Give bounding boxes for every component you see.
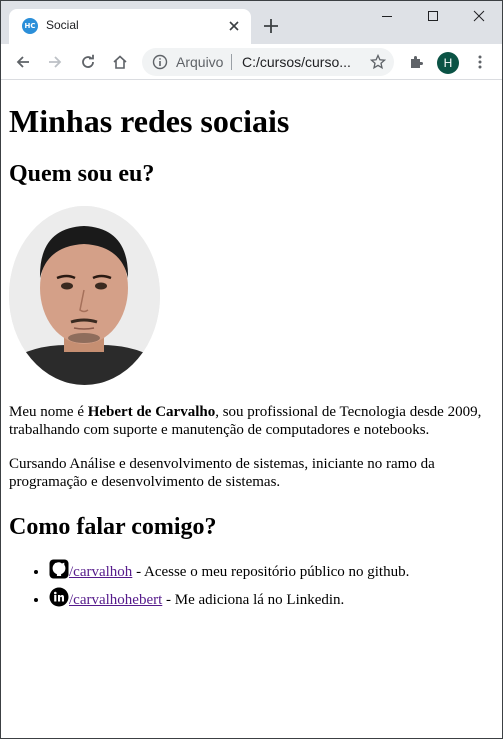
- linkedin-icon[interactable]: [49, 587, 69, 607]
- github-icon[interactable]: [49, 559, 69, 579]
- tab-strip: HC Social: [1, 1, 502, 44]
- close-window-icon: [473, 10, 485, 22]
- maximize-button[interactable]: [410, 1, 456, 31]
- maximize-icon: [428, 11, 438, 21]
- profile-photo: [9, 206, 160, 385]
- linkedin-description: - Me adiciona lá no Linkedin.: [162, 592, 345, 608]
- bio-prefix: Meu nome é: [9, 404, 88, 420]
- arrow-right-icon: [49, 56, 62, 68]
- profile-avatar[interactable]: H: [437, 52, 459, 74]
- menu-button[interactable]: [468, 50, 492, 74]
- home-icon: [113, 55, 127, 69]
- list-item-github: /carvalhoh - Acesse o meu repositório pú…: [49, 559, 494, 581]
- minimize-button[interactable]: [364, 1, 410, 31]
- bio-name: Hebert de Carvalho: [87, 404, 216, 420]
- list-item-linkedin: /carvalhohebert - Me adiciona lá no Link…: [49, 587, 494, 609]
- contact-heading: Como falar comigo?: [9, 514, 217, 540]
- portrait-image: [9, 206, 160, 385]
- tab-title: Social: [46, 18, 79, 32]
- linkedin-link[interactable]: /carvalhohebert: [69, 592, 162, 608]
- puzzle-icon: [411, 56, 423, 68]
- bio-paragraph: Meu nome é Hebert de Carvalho, sou profi…: [9, 403, 494, 439]
- tab-social[interactable]: HC Social: [9, 9, 251, 44]
- info-icon[interactable]: [152, 54, 168, 70]
- omnibox-separator: [231, 54, 232, 70]
- browser-toolbar: Arquivo C:/cursos/curso... H: [1, 44, 502, 80]
- arrow-left-icon: [16, 56, 29, 68]
- extensions-button[interactable]: [404, 50, 428, 74]
- about-heading: Quem sou eu?: [9, 161, 155, 187]
- social-links-list: /carvalhoh - Acesse o meu repositório pú…: [9, 559, 494, 609]
- site-info-label: Arquivo: [176, 54, 224, 70]
- close-window-button[interactable]: [456, 1, 502, 31]
- browser-window: HC Social Arquivo C:/cursos/curso... H M…: [0, 0, 503, 739]
- close-tab-icon[interactable]: [227, 19, 241, 33]
- more-vertical-icon: [478, 55, 482, 69]
- address-bar[interactable]: Arquivo C:/cursos/curso...: [142, 48, 394, 76]
- favicon-icon: HC: [22, 18, 38, 34]
- new-tab-icon[interactable]: [262, 17, 280, 35]
- bookmark-star-icon[interactable]: [370, 54, 386, 70]
- page-content: Minhas redes sociais Quem sou eu? Meu no…: [1, 81, 502, 738]
- page-title: Minhas redes sociais: [9, 103, 290, 139]
- reload-icon: [82, 54, 94, 68]
- url-text[interactable]: C:/cursos/curso...: [242, 54, 354, 70]
- study-paragraph: Cursando Análise e desenvolvimento de si…: [9, 456, 435, 490]
- github-description: - Acesse o meu repositório público no gi…: [132, 564, 410, 580]
- minimize-icon: [382, 16, 392, 17]
- back-button[interactable]: [11, 50, 35, 74]
- home-button[interactable]: [108, 50, 132, 74]
- reload-button[interactable]: [76, 50, 100, 74]
- github-link[interactable]: /carvalhoh: [69, 564, 132, 580]
- forward-button[interactable]: [43, 50, 67, 74]
